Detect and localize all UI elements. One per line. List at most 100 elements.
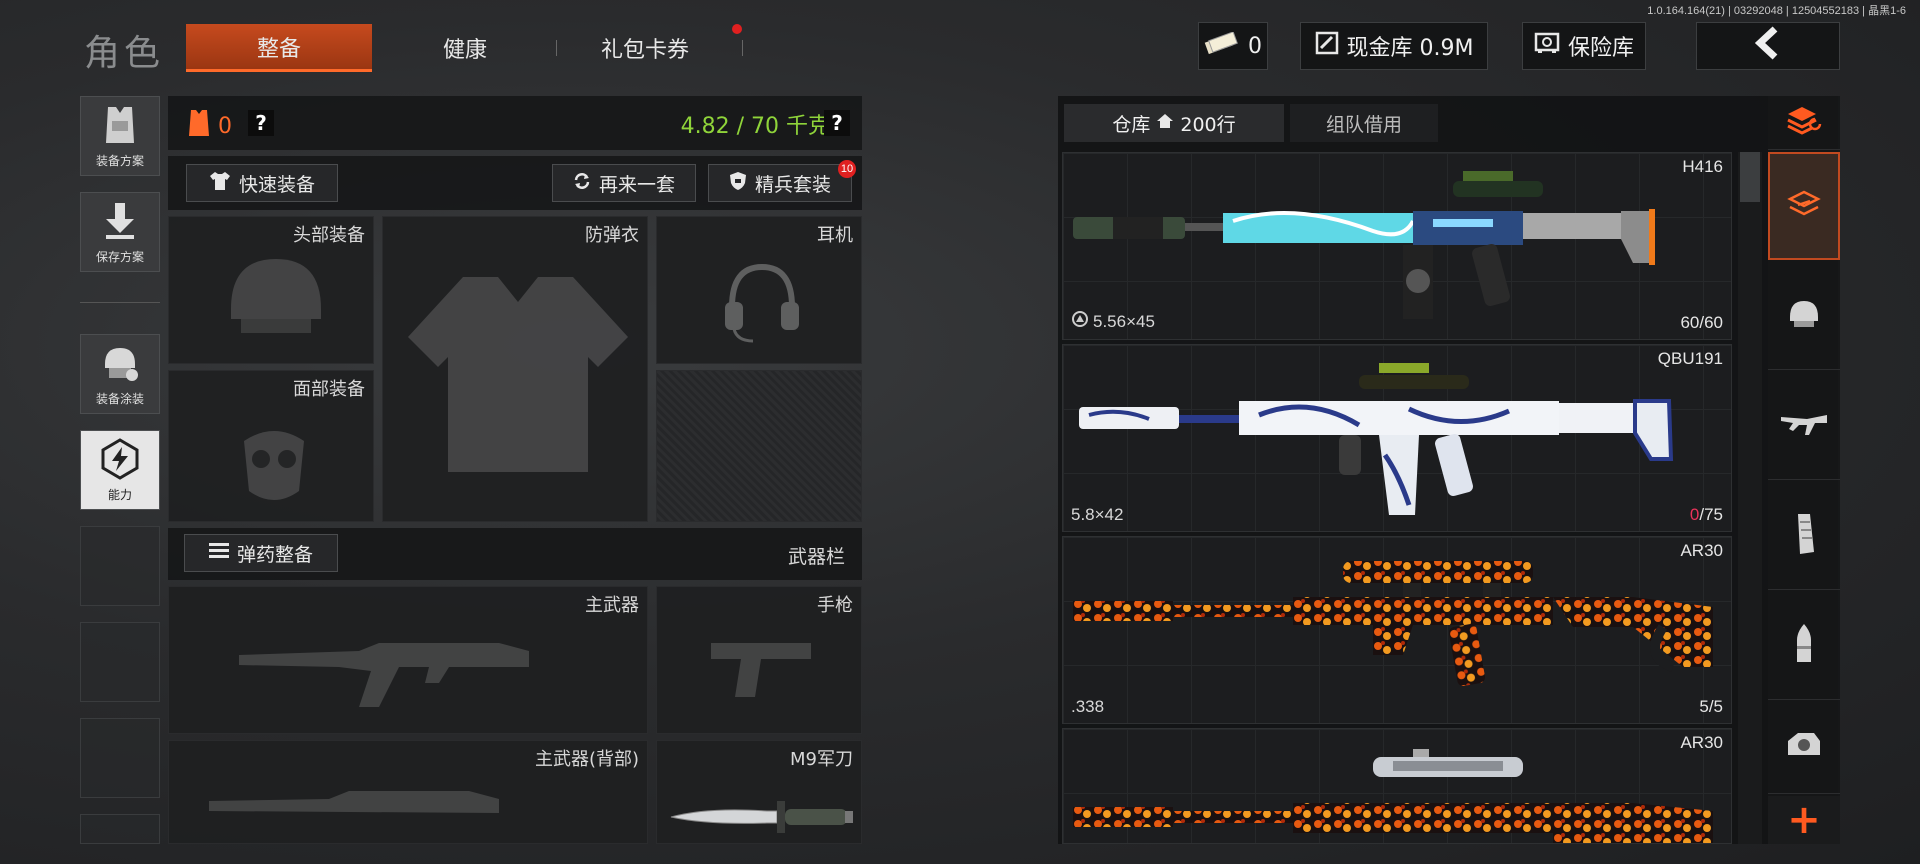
slot-label: 防弹衣 bbox=[585, 225, 639, 246]
filter-bullet[interactable] bbox=[1768, 592, 1840, 700]
knife-icon bbox=[667, 795, 857, 843]
ammo-prep-label: 弹药整备 bbox=[236, 543, 313, 566]
equip-again-label: 再来一套 bbox=[598, 173, 675, 196]
sidebar-empty-slot bbox=[80, 526, 160, 606]
home-icon bbox=[1156, 112, 1174, 134]
sidebar-label: 装备涂装 bbox=[95, 392, 144, 406]
filter-sort[interactable] bbox=[1768, 96, 1840, 150]
elite-kit-label: 精兵套装 bbox=[754, 173, 831, 196]
plus-icon: + bbox=[1787, 797, 1821, 843]
ammo-current: 60 bbox=[1680, 313, 1700, 332]
tab-health[interactable]: 健康 bbox=[380, 24, 550, 72]
weapon-name: QBU191 bbox=[1657, 349, 1723, 368]
shirt-icon bbox=[209, 171, 231, 196]
sidebar-gear-paint[interactable]: 装备涂装 bbox=[80, 334, 160, 414]
ammo-current: 0 bbox=[1689, 505, 1700, 524]
safe-label: 保险库 bbox=[1567, 36, 1634, 61]
weapon-caliber: .338 bbox=[1071, 697, 1104, 717]
stash-icon bbox=[1315, 31, 1339, 61]
safe-button[interactable]: 保险库 bbox=[1522, 22, 1646, 70]
stash-value-label: 现金库 0.9M bbox=[1346, 36, 1474, 61]
ammo-prep-button[interactable]: 弹药整备 bbox=[184, 534, 338, 572]
slot-melee[interactable]: M9军刀 bbox=[656, 740, 862, 844]
tab-team-borrow[interactable]: 组队借用 bbox=[1290, 104, 1438, 142]
filter-rifle[interactable] bbox=[1768, 372, 1840, 480]
add-filter-button[interactable]: + bbox=[1768, 796, 1840, 844]
all-items-icon bbox=[1786, 187, 1822, 225]
slot-pistol[interactable]: 手枪 bbox=[656, 586, 862, 734]
notification-dot bbox=[732, 24, 742, 34]
sidebar-ability[interactable]: 能力 bbox=[80, 430, 160, 510]
weapon-name: AR30 bbox=[1680, 733, 1723, 752]
ammo-list-icon bbox=[208, 542, 229, 565]
vest-icon bbox=[186, 108, 212, 144]
weapon-ammo: 5/5 bbox=[1699, 697, 1723, 717]
filter-all[interactable] bbox=[1768, 152, 1840, 260]
cash-display[interactable]: 0 bbox=[1198, 22, 1268, 70]
weapon-ammo: 0/75 bbox=[1690, 505, 1723, 525]
sidebar-label: 保存方案 bbox=[95, 250, 144, 264]
weapon-caliber-value: 5.56×45 bbox=[1093, 311, 1155, 331]
filter-helmet[interactable] bbox=[1768, 262, 1840, 370]
face-mask-silhouette-icon bbox=[229, 421, 319, 515]
tab-warehouse[interactable]: 仓库 200行 bbox=[1064, 104, 1284, 142]
armor-count-value: 0 bbox=[218, 113, 232, 139]
armor-count: 0 bbox=[186, 108, 232, 144]
weapon-card[interactable]: H416 5.56×45 60/60 bbox=[1062, 152, 1732, 340]
weapon-name: AR30 bbox=[1680, 541, 1723, 560]
tab-gift-cards[interactable]: 礼包卡券 bbox=[560, 24, 730, 72]
page-title: 角色 bbox=[84, 33, 165, 74]
slot-primary-weapon[interactable]: 主武器 bbox=[168, 586, 648, 734]
weapon-card[interactable]: QBU191 5.8×42 0/75 bbox=[1062, 344, 1732, 532]
weapon-name: H416 bbox=[1682, 157, 1723, 176]
stash-value-button[interactable]: 现金库 0.9M bbox=[1300, 22, 1488, 70]
filter-magazine[interactable] bbox=[1768, 482, 1840, 590]
weapon-caliber-value: 5.8×42 bbox=[1071, 505, 1124, 524]
tab-divider bbox=[556, 40, 557, 56]
tab-gear[interactable]: 整备 bbox=[186, 24, 372, 72]
slot-head[interactable]: 头部装备 bbox=[168, 216, 374, 364]
stash-scrollbar[interactable] bbox=[1738, 152, 1762, 844]
sidebar-empty-slot bbox=[80, 814, 160, 844]
help-button[interactable]: ? bbox=[248, 110, 274, 136]
weapon-card[interactable]: AR30 .338 5/5 bbox=[1062, 536, 1732, 724]
sidebar-loadout-plan[interactable]: 装备方案 bbox=[80, 96, 160, 176]
slot-body-armor[interactable]: 防弹衣 bbox=[382, 216, 648, 522]
tab-rows-label: 200行 bbox=[1180, 113, 1236, 136]
slot-primary-back[interactable]: 主武器(背部) bbox=[168, 740, 648, 844]
sidebar-empty-slot bbox=[80, 622, 160, 702]
bullet-icon bbox=[1791, 622, 1817, 670]
rifle-silhouette-icon bbox=[239, 627, 539, 721]
cash-icon bbox=[1204, 31, 1240, 60]
slot-label: 主武器(背部) bbox=[534, 749, 639, 770]
weight-value: 4.82 / 70 千克 bbox=[680, 114, 830, 139]
slot-label: 手枪 bbox=[817, 595, 853, 616]
sidebar-label: 能力 bbox=[107, 488, 132, 502]
equip-again-button[interactable]: 再来一套 bbox=[552, 164, 696, 202]
slot-face[interactable]: 面部装备 bbox=[168, 370, 374, 522]
ammo-max: /5 bbox=[1708, 697, 1723, 716]
help-button[interactable]: ? bbox=[824, 110, 850, 136]
refresh-icon bbox=[573, 172, 591, 195]
rifle-porcelain-icon bbox=[1079, 355, 1699, 529]
slot-headset[interactable]: 耳机 bbox=[656, 216, 862, 364]
safe-icon bbox=[1534, 32, 1560, 60]
weapon-ammo: 60/60 bbox=[1680, 313, 1723, 333]
stash-scroll-thumb[interactable] bbox=[1740, 152, 1760, 202]
sniper-flame-icon bbox=[1073, 557, 1713, 721]
slot-label: 头部装备 bbox=[293, 225, 365, 246]
elite-kit-button[interactable]: 精兵套装 bbox=[708, 164, 852, 202]
tab-warehouse-label: 仓库 bbox=[1112, 113, 1151, 136]
headset-silhouette-icon bbox=[717, 257, 807, 351]
quick-equip-button[interactable]: 快速装备 bbox=[186, 164, 338, 202]
download-icon bbox=[103, 193, 137, 248]
filter-sight[interactable] bbox=[1768, 702, 1840, 794]
back-button[interactable] bbox=[1696, 22, 1840, 70]
weapon-card[interactable]: AR30 bbox=[1062, 728, 1732, 844]
back-arrow-icon bbox=[1751, 26, 1785, 66]
quick-equip-label: 快速装备 bbox=[238, 173, 315, 196]
slot-label: 主武器 bbox=[585, 595, 639, 616]
cash-amount: 0 bbox=[1248, 33, 1262, 59]
sidebar-save-plan[interactable]: 保存方案 bbox=[80, 192, 160, 272]
vest-silhouette-icon bbox=[403, 267, 633, 491]
